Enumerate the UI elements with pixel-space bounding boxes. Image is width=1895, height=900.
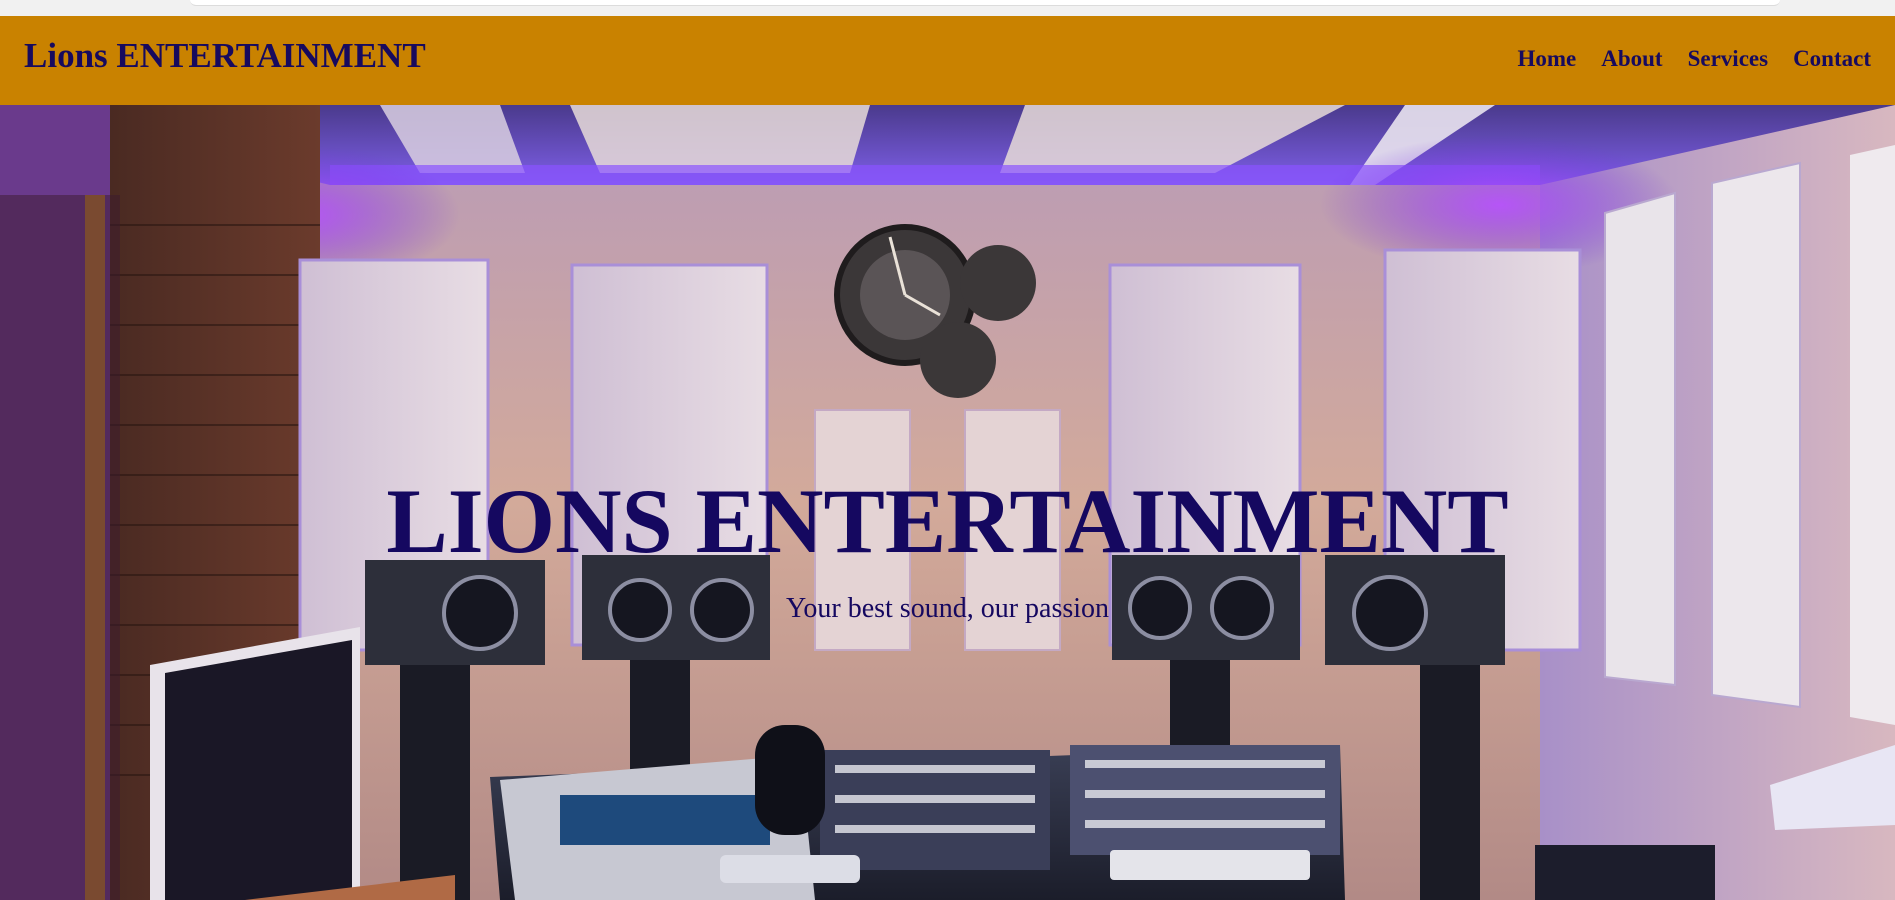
- hero-subtitle: Your best sound, our passion: [785, 593, 1110, 624]
- browser-address-bar-edge: [190, 0, 1780, 6]
- browser-top-strip: [0, 0, 1895, 16]
- hero-title: LIONS ENTERTAINMENT: [386, 470, 1509, 572]
- nav-link-services[interactable]: Services: [1688, 46, 1768, 72]
- nav-link-contact[interactable]: Contact: [1793, 46, 1871, 72]
- nav-link-home[interactable]: Home: [1517, 46, 1576, 72]
- hero-section: LIONS ENTERTAINMENT Your best sound, our…: [0, 105, 1895, 900]
- nav-links: Home About Services Contact: [1517, 46, 1871, 72]
- brand-logo-text[interactable]: Lions ENTERTAINMENT: [24, 36, 426, 76]
- navbar: Lions ENTERTAINMENT Home About Services …: [0, 16, 1895, 105]
- nav-link-about[interactable]: About: [1601, 46, 1662, 72]
